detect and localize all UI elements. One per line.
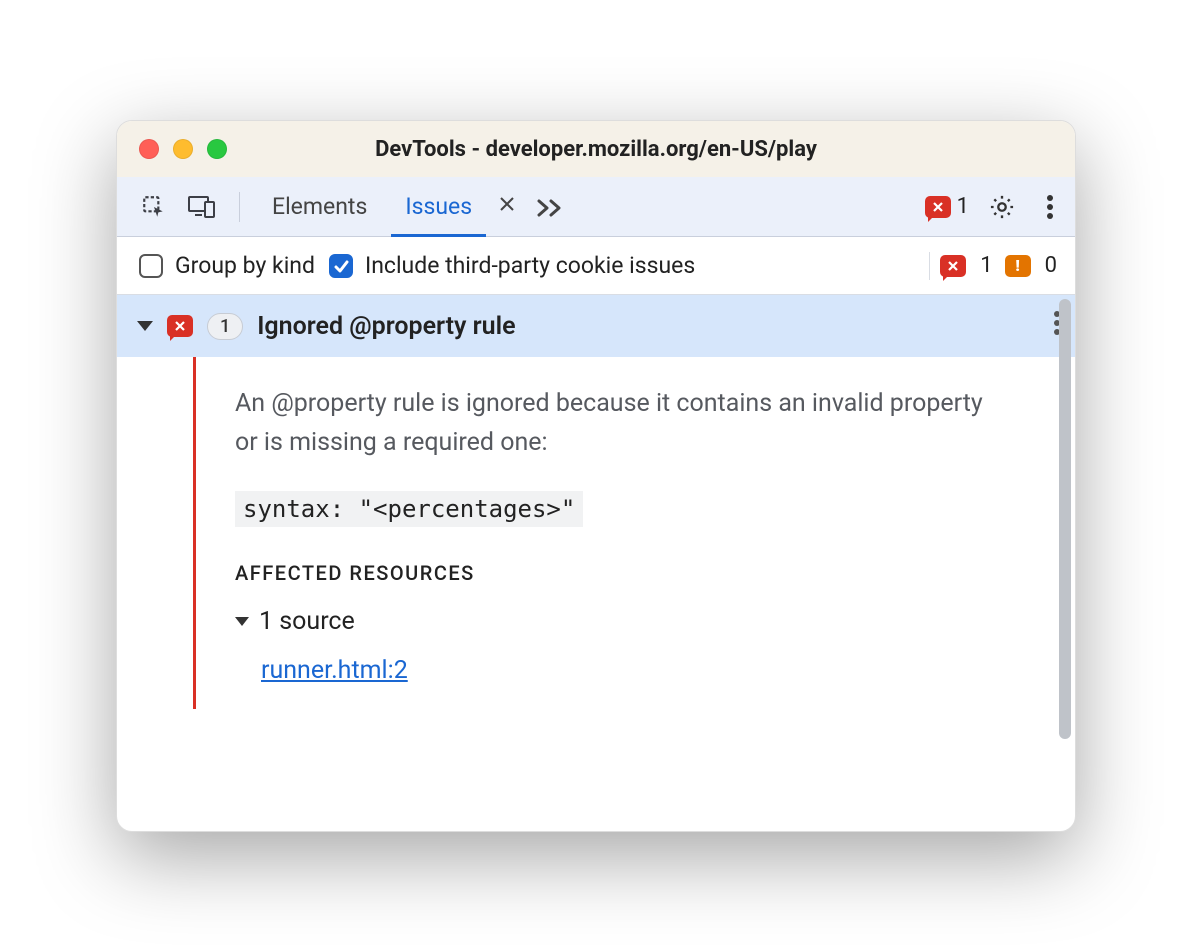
divider	[929, 252, 930, 280]
close-window-button[interactable]	[139, 139, 159, 159]
include-third-party-label: Include third-party cookie issues	[365, 252, 695, 279]
error-icon	[925, 196, 951, 218]
tab-bar: Elements Issues 1	[117, 177, 1075, 237]
affected-resources-heading: AFFECTED RESOURCES	[235, 561, 1011, 585]
group-by-kind-option[interactable]: Group by kind	[139, 252, 315, 279]
options-bar: Group by kind Include third-party cookie…	[117, 237, 1075, 295]
expand-triangle-icon	[235, 617, 249, 626]
inspect-element-icon[interactable]	[135, 188, 173, 226]
source-toggle-row[interactable]: 1 source	[235, 607, 1011, 636]
warning-count-opt: 0	[1045, 253, 1057, 278]
source-count: 1 source	[259, 607, 355, 636]
error-icon	[940, 255, 966, 277]
issue-description: An @property rule is ignored because it …	[235, 385, 1011, 463]
minimize-window-button[interactable]	[173, 139, 193, 159]
issue-count-pill: 1	[207, 313, 243, 340]
devtools-window: DevTools - developer.mozilla.org/en-US/p…	[116, 120, 1076, 832]
window-title: DevTools - developer.mozilla.org/en-US/p…	[117, 137, 1075, 162]
issue-title: Ignored @property rule	[257, 312, 515, 341]
device-toolbar-icon[interactable]	[183, 188, 221, 226]
issues-panel: 1 Ignored @property rule An @property ru…	[117, 295, 1075, 831]
checkbox-checked-icon	[329, 254, 353, 278]
group-by-kind-label: Group by kind	[175, 252, 315, 279]
error-count: 1	[957, 194, 969, 219]
more-tabs-icon[interactable]	[532, 188, 570, 226]
close-tab-icon[interactable]	[498, 194, 516, 219]
error-icon	[167, 315, 193, 337]
tab-elements[interactable]: Elements	[258, 177, 381, 236]
divider	[239, 192, 240, 222]
kebab-menu-icon[interactable]	[1031, 188, 1069, 226]
tab-issues[interactable]: Issues	[391, 177, 486, 236]
expand-triangle-icon[interactable]	[137, 321, 153, 331]
issue-body: An @property rule is ignored because it …	[117, 357, 1075, 709]
error-badge[interactable]: 1	[925, 194, 973, 219]
checkbox-unchecked-icon	[139, 254, 163, 278]
scrollbar-thumb[interactable]	[1059, 299, 1071, 739]
issue-code: syntax: "<percentages>"	[235, 491, 583, 527]
error-count-opt: 1	[980, 253, 992, 278]
source-link[interactable]: runner.html:2	[261, 656, 408, 685]
include-third-party-option[interactable]: Include third-party cookie issues	[329, 252, 695, 279]
warning-icon: !	[1005, 255, 1031, 277]
issue-row-header[interactable]: 1 Ignored @property rule	[117, 295, 1075, 357]
settings-icon[interactable]	[983, 188, 1021, 226]
titlebar: DevTools - developer.mozilla.org/en-US/p…	[117, 121, 1075, 177]
fullscreen-window-button[interactable]	[207, 139, 227, 159]
traffic-lights	[117, 139, 227, 159]
